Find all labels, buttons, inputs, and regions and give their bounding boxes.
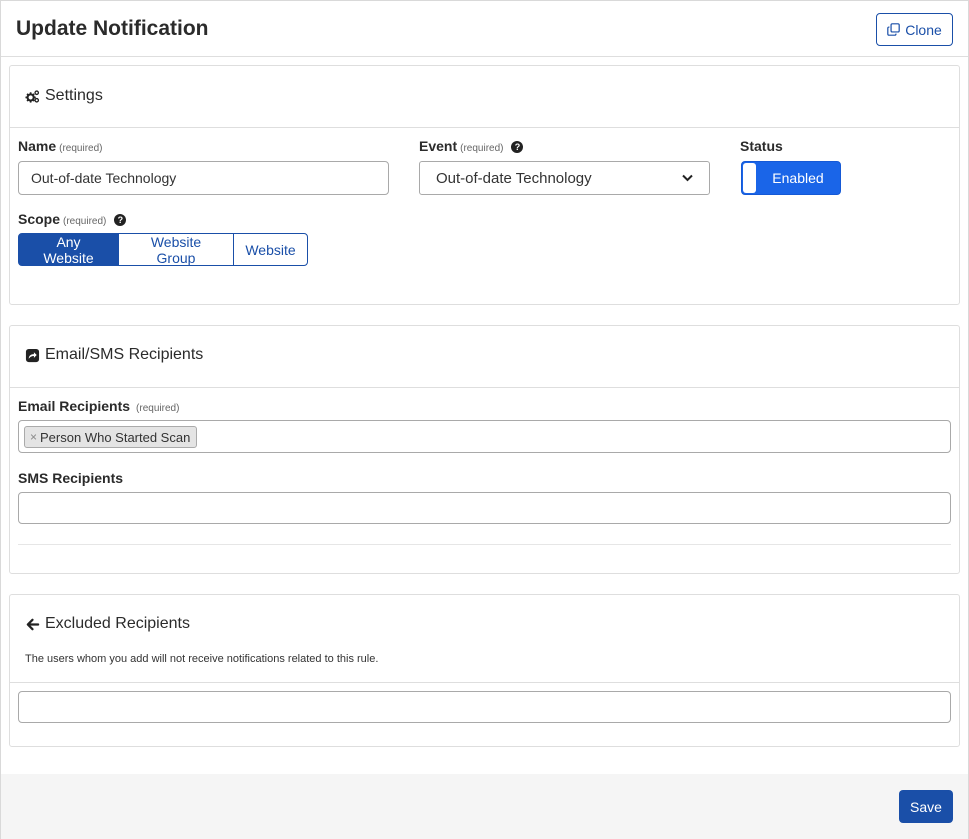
- footer-bar: Save: [1, 774, 968, 839]
- recipients-card: Email/SMS Recipients Email Recipients (r…: [9, 325, 960, 574]
- clone-button[interactable]: Clone: [876, 13, 953, 46]
- settings-title: Settings: [25, 87, 103, 105]
- scope-required-note: (required): [63, 216, 107, 227]
- recipient-tag-label: Person Who Started Scan: [40, 429, 191, 445]
- event-required-note: (required): [460, 143, 504, 154]
- settings-card: Settings Name (required) Out-of-date Tec…: [9, 65, 960, 305]
- event-select-value: Out-of-date Technology: [436, 169, 592, 187]
- event-select[interactable]: Out-of-date Technology: [419, 161, 710, 195]
- clone-icon: [887, 23, 900, 36]
- chevron-down-icon: [682, 174, 693, 182]
- recipients-card-header: Email/SMS Recipients: [10, 326, 959, 388]
- excluded-description: The users whom you add will not receive …: [25, 653, 379, 665]
- event-label-text: Event: [419, 138, 458, 154]
- cogs-icon: [25, 89, 40, 103]
- name-input[interactable]: Out-of-date Technology: [18, 161, 389, 195]
- name-required-note: (required): [59, 143, 103, 154]
- notification-editor: Update Notification Clone Settings Name …: [0, 0, 969, 839]
- scope-website-button[interactable]: Website: [233, 233, 308, 266]
- question-circle-icon[interactable]: ?: [114, 214, 127, 226]
- scope-label: Scope (required) ?: [18, 211, 127, 227]
- email-required-note: (required): [136, 403, 180, 414]
- status-toggle[interactable]: Enabled: [741, 161, 841, 195]
- question-circle-icon[interactable]: ?: [511, 141, 524, 153]
- excluded-recipients-input[interactable]: [18, 691, 951, 723]
- recipients-title: Email/SMS Recipients: [25, 346, 203, 364]
- clone-button-label: Clone: [905, 21, 942, 38]
- page-title: Update Notification: [16, 17, 209, 40]
- arrow-left-icon: [26, 618, 40, 630]
- sms-recipients-label: SMS Recipients: [18, 470, 123, 486]
- save-button[interactable]: Save: [899, 790, 953, 823]
- scope-website-group-button[interactable]: Website Group: [118, 233, 234, 266]
- excluded-card-header: Excluded Recipients The users whom you a…: [10, 595, 959, 683]
- scope-any-website-button[interactable]: Any Website: [18, 233, 119, 266]
- status-toggle-label: Enabled: [772, 170, 824, 186]
- excluded-title: Excluded Recipients: [25, 615, 190, 633]
- divider: [18, 544, 951, 545]
- name-label: Name (required): [18, 138, 103, 154]
- share-square-icon: [25, 348, 40, 362]
- excluded-card: Excluded Recipients The users whom you a…: [9, 594, 960, 747]
- tag-remove-icon[interactable]: ×: [30, 430, 37, 444]
- settings-title-text: Settings: [45, 87, 103, 104]
- recipient-tag: × Person Who Started Scan: [24, 426, 198, 448]
- sms-label-text: SMS Recipients: [18, 470, 124, 486]
- toggle-knob: [743, 163, 756, 193]
- page-header: Update Notification Clone: [1, 1, 968, 57]
- scope-button-group: Any Website Website Group Website: [18, 233, 308, 266]
- settings-card-header: Settings: [10, 66, 959, 128]
- recipients-title-text: Email/SMS Recipients: [45, 346, 204, 363]
- email-recipients-input[interactable]: × Person Who Started Scan: [18, 420, 951, 453]
- email-recipients-label: Email Recipients (required): [18, 398, 179, 414]
- status-label-text: Status: [740, 138, 783, 154]
- status-label: Status: [740, 138, 783, 154]
- scope-label-text: Scope: [18, 211, 61, 227]
- event-label: Event (required) ?: [419, 138, 524, 154]
- excluded-title-text: Excluded Recipients: [45, 615, 190, 632]
- email-label-text: Email Recipients: [18, 398, 131, 414]
- sms-recipients-input[interactable]: [18, 492, 951, 524]
- name-label-text: Name: [18, 138, 57, 154]
